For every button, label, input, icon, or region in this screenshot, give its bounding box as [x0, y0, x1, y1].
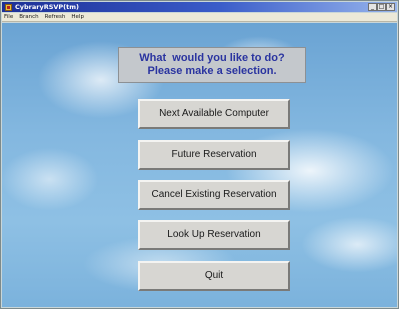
future-reservation-button[interactable]: Future Reservation: [138, 140, 290, 170]
minimize-button[interactable]: _: [368, 3, 377, 11]
menu-help[interactable]: Help: [71, 13, 84, 22]
prompt-box: What would you like to do? Please make a…: [118, 47, 306, 83]
cancel-existing-reservation-button[interactable]: Cancel Existing Reservation: [138, 180, 290, 210]
app-icon: [5, 3, 12, 11]
look-up-reservation-button[interactable]: Look Up Reservation: [138, 220, 290, 250]
menu-file[interactable]: File: [4, 13, 13, 22]
main-panel: What would you like to do? Please make a…: [2, 23, 397, 307]
title-bar[interactable]: CybraryRSVP(tm) _ □ ×: [2, 2, 397, 12]
close-button[interactable]: ×: [386, 3, 395, 11]
menu-branch[interactable]: Branch: [19, 13, 38, 22]
menu-refresh[interactable]: Refresh: [45, 13, 66, 22]
window-title: CybraryRSVP(tm): [15, 3, 79, 11]
window-controls: _ □ ×: [368, 3, 395, 11]
quit-button[interactable]: Quit: [138, 261, 290, 291]
app-window: CybraryRSVP(tm) _ □ × File Branch Refres…: [0, 0, 399, 309]
prompt-instruction: Please make a selection.: [147, 65, 277, 77]
prompt-question: What would you like to do?: [139, 52, 285, 64]
next-available-computer-button[interactable]: Next Available Computer: [138, 99, 290, 129]
menu-bar: File Branch Refresh Help: [2, 13, 397, 22]
maximize-button[interactable]: □: [377, 3, 386, 11]
